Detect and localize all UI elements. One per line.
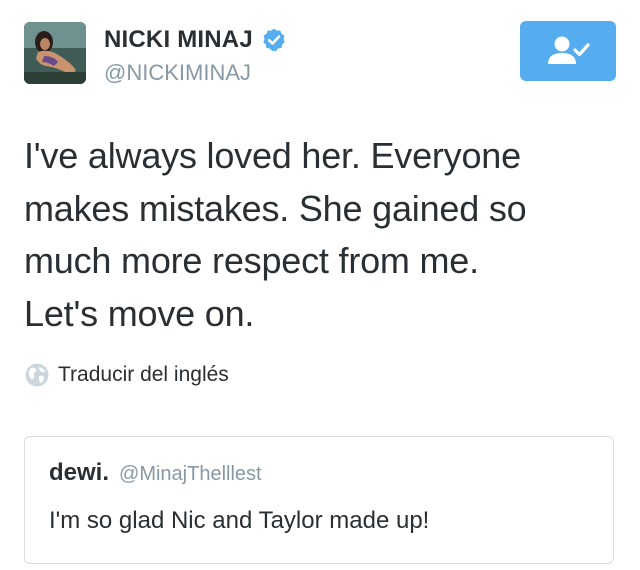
following-button[interactable] <box>520 21 616 81</box>
quoted-tweet-name: dewi. <box>49 459 110 486</box>
tweet-text-line: makes mistakes. She gained so <box>24 187 527 229</box>
globe-icon <box>24 362 50 388</box>
verified-badge-icon <box>261 27 287 53</box>
quoted-tweet-card[interactable]: dewi. @MinajThelllest I'm so glad Nic an… <box>24 436 614 564</box>
tweet-text-line: much more respect from me. <box>24 240 479 281</box>
author-avatar[interactable] <box>24 22 86 84</box>
author-name-row[interactable]: NICKI MINAJ <box>104 26 287 54</box>
translate-link[interactable]: Traducir del inglés <box>24 362 229 388</box>
tweet-text: I've always loved her. Everyone makes mi… <box>24 130 624 340</box>
quoted-tweet-text: I'm so glad Nic and Taylor made up! <box>49 507 430 534</box>
quoted-tweet-handle: @MinajThelllest <box>119 463 262 485</box>
tweet-text-line: Let's move on. <box>24 292 255 334</box>
quoted-tweet-header: dewi. @MinajThelllest <box>49 459 262 487</box>
translate-label[interactable]: Traducir del inglés <box>58 363 229 387</box>
avatar-photo <box>24 22 86 84</box>
author-display-name[interactable]: NICKI MINAJ <box>104 26 253 54</box>
tweet-text-line: I've always loved her. Everyone <box>24 135 521 176</box>
author-handle[interactable]: @NICKIMINAJ <box>104 60 251 86</box>
following-user-check-icon <box>548 36 590 64</box>
